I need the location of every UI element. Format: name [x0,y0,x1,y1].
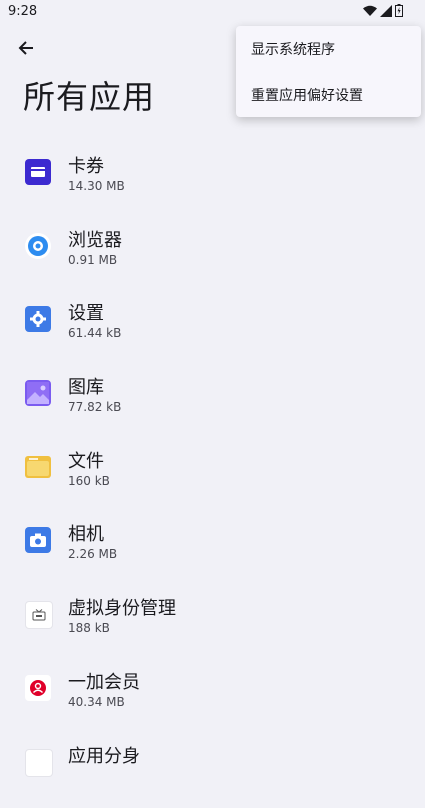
app-name: 设置 [68,299,104,325]
wallet-icon [25,159,51,185]
folder-icon [25,454,51,480]
app-name: 一加会员 [68,668,140,694]
app-size: 0.91 MB [68,253,117,267]
app-name: 应用分身 [68,742,140,768]
app-item-camera[interactable]: 相机 2.26 MB [0,513,425,587]
browser-icon [25,233,51,259]
app-size: 160 kB [68,474,110,488]
app-item-oneplus-member[interactable]: 一加会员 40.34 MB [0,661,425,735]
menu-item-label: 显示系统程序 [251,39,335,59]
app-item-browser[interactable]: 浏览器 0.91 MB [0,219,425,293]
app-name: 浏览器 [68,226,122,252]
back-button[interactable] [12,36,40,64]
app-item-app-clone[interactable]: 应用分身 [0,735,425,808]
app-size: 61.44 kB [68,326,121,340]
app-name: 图库 [68,373,104,399]
battery-charging-icon [395,4,403,17]
app-name: 虚拟身份管理 [68,594,176,620]
app-item-settings[interactable]: 设置 61.44 kB [0,292,425,366]
camera-icon [25,527,51,553]
wifi-icon [363,5,377,17]
app-name: 相机 [68,520,104,546]
app-item-virtual-identity[interactable]: 虚拟身份管理 188 kB [0,587,425,661]
status-bar: 9:28 [0,0,425,24]
app-size: 188 kB [68,621,110,635]
app-size: 14.30 MB [68,179,125,193]
app-clone-icon [25,749,53,777]
app-item-files[interactable]: 文件 160 kB [0,440,425,514]
gallery-icon [25,380,51,406]
overflow-menu: 显示系统程序 重置应用偏好设置 [236,26,421,117]
arrow-left-icon [17,39,35,61]
page-title: 所有应用 [23,72,155,118]
app-name: 卡券 [68,152,104,178]
app-item-wallet[interactable]: 卡券 14.30 MB [0,145,425,219]
oneplus-member-icon [25,675,51,701]
app-size: 2.26 MB [68,547,117,561]
status-icons [363,4,403,17]
app-name: 文件 [68,447,104,473]
virtual-identity-icon [25,601,53,629]
app-size: 40.34 MB [68,695,125,709]
app-item-gallery[interactable]: 图库 77.82 kB [0,366,425,440]
settings-gear-icon [25,306,51,332]
app-size: 77.82 kB [68,400,121,414]
menu-item-show-system-apps[interactable]: 显示系统程序 [236,26,421,70]
status-time: 9:28 [8,4,37,19]
app-list: 卡券 14.30 MB 浏览器 0.91 MB 设置 61.44 kB [0,145,425,808]
cellular-signal-icon [380,5,392,17]
menu-item-label: 重置应用偏好设置 [251,85,363,105]
menu-item-reset-app-preferences[interactable]: 重置应用偏好设置 [236,72,421,116]
